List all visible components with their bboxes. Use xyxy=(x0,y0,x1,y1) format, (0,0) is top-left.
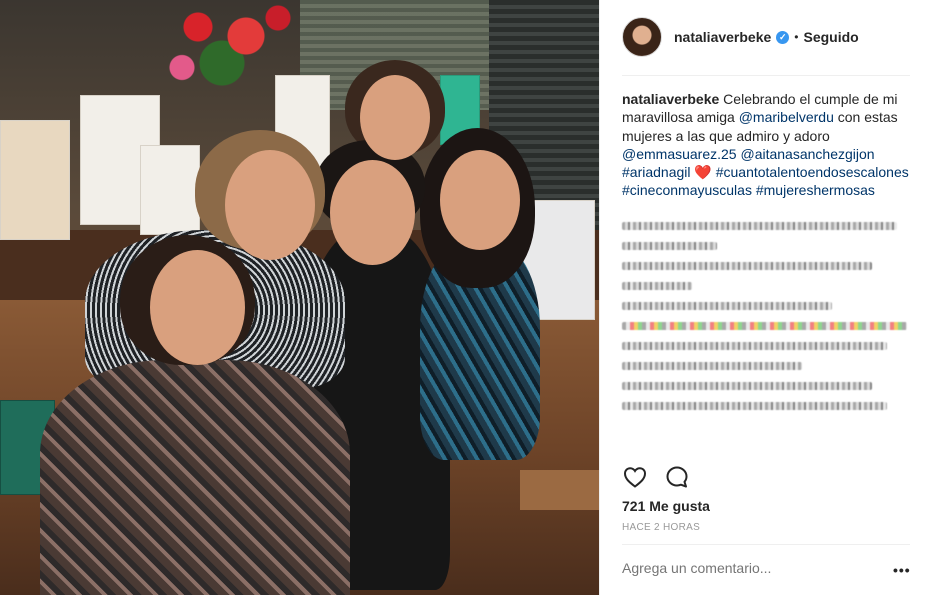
comment-input[interactable] xyxy=(622,560,882,576)
likes-count[interactable]: 721 Me gusta xyxy=(622,498,710,514)
header-divider xyxy=(622,75,910,76)
pixelated-comment xyxy=(622,242,717,250)
pixelated-comment xyxy=(622,382,872,390)
comment-button[interactable] xyxy=(664,464,690,490)
post-actions xyxy=(622,462,912,492)
pixelated-comments xyxy=(622,222,912,422)
mention-link[interactable]: @emmasuarez.25 xyxy=(622,146,737,162)
pixelated-comment xyxy=(622,262,872,270)
follow-status-button[interactable]: Seguido xyxy=(804,29,859,45)
hashtag-link[interactable]: #mujereshermosas xyxy=(756,182,875,198)
pixelated-comment xyxy=(622,402,887,410)
photo-person-face xyxy=(150,250,245,365)
verified-badge-icon: ✓ xyxy=(776,30,790,44)
speech-bubble-icon xyxy=(666,466,688,488)
pixelated-comment xyxy=(622,342,887,350)
photo-person-face xyxy=(330,160,415,265)
pixelated-comment xyxy=(622,222,897,230)
mention-link[interactable]: @aitanasanchezgijon xyxy=(740,146,874,162)
like-button[interactable] xyxy=(622,464,648,490)
post-side-panel: nataliaverbeke ✓ • Seguido nataliaverbek… xyxy=(599,0,931,595)
heart-outline-icon xyxy=(623,467,647,488)
ellipsis-icon[interactable]: ••• xyxy=(893,562,913,578)
photo-bag xyxy=(140,145,200,235)
caption-author[interactable]: nataliaverbeke xyxy=(622,91,719,107)
pixelated-comment xyxy=(622,322,907,330)
post-photo[interactable] xyxy=(0,0,599,595)
post-header: nataliaverbeke ✓ • Seguido xyxy=(622,16,912,58)
photo-person-body xyxy=(40,360,350,595)
post-timestamp[interactable]: HACE 2 HORAS xyxy=(622,522,700,533)
mention-link[interactable]: @maribelverdu xyxy=(739,109,834,125)
photo-person-face xyxy=(440,150,520,250)
photo-bag xyxy=(0,120,70,240)
hashtag-link[interactable]: #cineconmayusculas xyxy=(622,182,752,198)
heart-emoji: ❤️ xyxy=(694,164,712,181)
post-caption: nataliaverbeke Celebrando el cumple de m… xyxy=(622,90,912,200)
comment-divider xyxy=(622,544,910,545)
hashtag-link[interactable]: #ariadnagil xyxy=(622,164,691,180)
hashtag-link[interactable]: #cuantotalentoendosescalones xyxy=(716,164,909,180)
pixelated-comment xyxy=(622,362,802,370)
avatar[interactable] xyxy=(622,17,662,57)
photo-step xyxy=(520,470,599,510)
separator-dot: • xyxy=(794,30,799,44)
photo-person-face xyxy=(360,75,430,160)
pixelated-comment xyxy=(622,282,692,290)
username[interactable]: nataliaverbeke xyxy=(674,29,771,45)
pixelated-comment xyxy=(622,302,832,310)
photo-person-face xyxy=(225,150,315,260)
